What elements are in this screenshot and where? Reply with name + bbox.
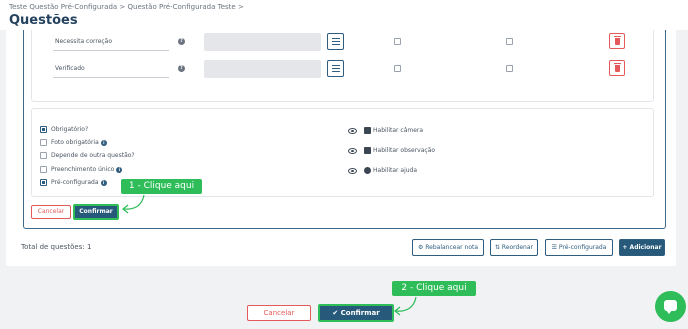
option-label: Obrigatório?: [51, 126, 89, 133]
callout-step-2: 2 - Clique aqui: [392, 281, 476, 296]
callout-step-1: 1 - Clique aqui: [121, 179, 202, 194]
habilitar-label: Habilitar observação: [373, 147, 436, 154]
answer-label-field[interactable]: Verificado: [53, 60, 169, 78]
cancel-button[interactable]: Cancelar: [31, 205, 71, 219]
trash-icon[interactable]: [609, 33, 625, 49]
option-label: Preenchimento único: [51, 166, 115, 173]
help-icon[interactable]: ?: [178, 38, 185, 45]
help-icon[interactable]: ?: [178, 65, 185, 72]
info-icon: [364, 167, 371, 174]
answer-row: Necessita correção ?: [53, 33, 653, 51]
footer-cancel-button[interactable]: Cancelar: [247, 305, 311, 321]
eye-icon[interactable]: [348, 148, 357, 154]
rebalance-button[interactable]: ⚙ Rebalancear nota: [412, 239, 484, 256]
answer-row: Verificado ?: [53, 60, 653, 78]
checkbox[interactable]: [40, 152, 47, 159]
callout-arrow-2: [394, 296, 417, 316]
checkbox[interactable]: [40, 166, 47, 173]
chat-icon[interactable]: [655, 291, 686, 322]
page-header: Teste Questão Pré-Configurada > Questão …: [0, 0, 688, 30]
eye-icon[interactable]: [348, 128, 357, 134]
add-button[interactable]: + Adicionar: [619, 239, 665, 256]
habilitar-label: Habilitar câmera: [373, 127, 424, 134]
checkbox-checked[interactable]: [40, 126, 47, 133]
note-icon: [364, 147, 371, 154]
preconfigured-button[interactable]: ☰ Pré-configurada: [545, 239, 613, 256]
info-icon[interactable]: i: [100, 179, 107, 186]
row-checkbox[interactable]: [394, 38, 401, 45]
reorder-button[interactable]: ⇅ Reordenar: [490, 239, 538, 256]
checkbox-checked[interactable]: [40, 179, 47, 186]
callout-arrow-1: [122, 194, 145, 214]
footer-confirm-button[interactable]: ✔ Confirmar: [318, 304, 394, 322]
trash-icon[interactable]: [609, 60, 625, 76]
habilitar-label: Habilitar ajuda: [373, 167, 418, 174]
list-button[interactable]: [327, 33, 344, 50]
answer-label-field[interactable]: Necessita correção: [53, 33, 169, 51]
info-icon[interactable]: i: [116, 166, 123, 173]
info-icon[interactable]: i: [100, 139, 107, 146]
disabled-field: [204, 60, 321, 78]
list-button[interactable]: [327, 60, 344, 77]
option-label: Foto obrigatória: [51, 139, 99, 146]
total-questions: Total de questões: 1: [21, 243, 92, 251]
row-checkbox[interactable]: [394, 65, 401, 72]
option-label: Depende de outra questão?: [51, 152, 135, 159]
row-checkbox[interactable]: [506, 65, 513, 72]
breadcrumb[interactable]: Teste Questão Pré-Configurada > Questão …: [9, 3, 244, 11]
option-label: Pré-configurada: [51, 179, 99, 186]
page-title: Questões: [9, 13, 78, 28]
row-checkbox[interactable]: [506, 38, 513, 45]
camera-icon: [364, 127, 371, 134]
checkbox[interactable]: [40, 139, 47, 146]
disabled-field: [204, 33, 321, 51]
confirm-button[interactable]: Confirmar: [73, 204, 119, 220]
eye-icon[interactable]: [348, 168, 357, 174]
